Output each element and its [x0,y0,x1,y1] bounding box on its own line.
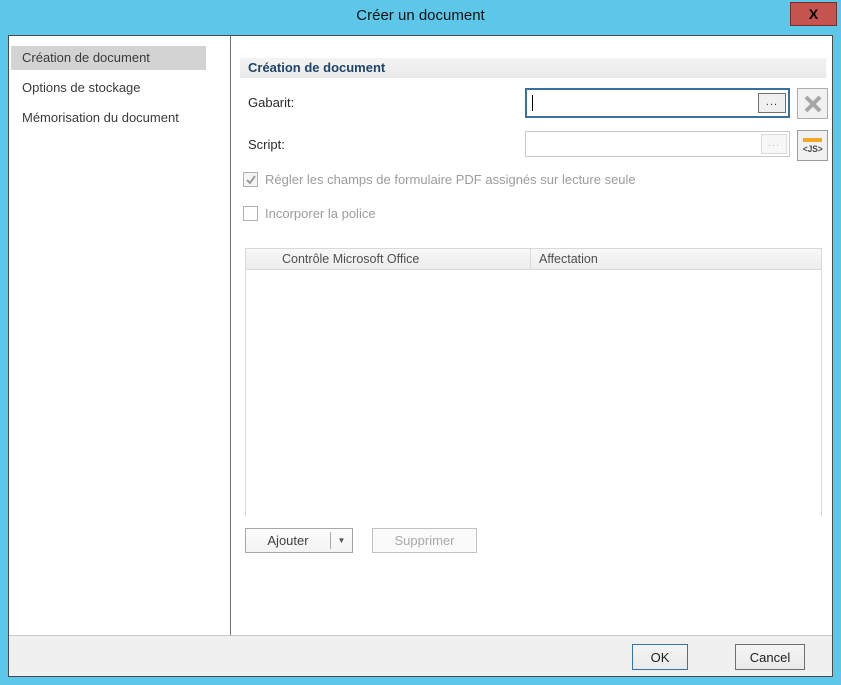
cancel-button[interactable]: Cancel [735,644,805,670]
sidebar-item-options-de-stockage[interactable]: Options de stockage [11,76,206,100]
script-js-editor-button[interactable]: <JS> [797,130,828,161]
column-header-affectation[interactable]: Affectation [531,249,821,269]
clear-x-icon [803,94,823,114]
embed-font-checkbox-label: Incorporer la police [265,206,376,221]
add-button-label: Ajouter [246,529,330,552]
ok-button[interactable]: OK [632,644,688,670]
script-browse-button[interactable]: ... [761,134,787,154]
readonly-fields-checkbox-label: Régler les champs de formulaire PDF assi… [265,172,636,187]
dialog-window: Créer un document X Création de document… [0,0,841,685]
sidebar-item-creation-de-document[interactable]: Création de document [11,46,206,70]
embed-font-checkbox-row: Incorporer la police [243,206,376,221]
main-panel: Création de document Gabarit: ... Script… [231,36,832,635]
js-icon: <JS> [803,145,823,154]
add-split-button[interactable]: Ajouter ▼ [245,528,353,553]
script-label: Script: [248,137,285,152]
checkmark-icon [245,174,257,186]
column-header-controle-microsoft-office[interactable]: Contrôle Microsoft Office [246,249,531,269]
dialog-footer: OK Cancel [9,635,832,676]
text-cursor [532,95,533,111]
close-button[interactable]: X [790,2,837,26]
readonly-fields-checkbox[interactable] [243,172,258,187]
controls-table-body[interactable] [246,270,821,516]
gabarit-clear-button[interactable] [797,88,828,119]
dropdown-arrow-icon[interactable]: ▼ [331,529,352,552]
close-icon: X [809,6,818,22]
gabarit-browse-button[interactable]: ... [758,93,786,113]
embed-font-checkbox[interactable] [243,206,258,221]
sidebar-nav: Création de document Options de stockage… [9,36,231,635]
section-title: Création de document [240,58,826,78]
readonly-fields-checkbox-row: Régler les champs de formulaire PDF assi… [243,172,636,187]
gabarit-input[interactable]: ... [525,88,790,118]
sidebar-item-memorisation-du-document[interactable]: Mémorisation du document [11,106,206,130]
title-bar: Créer un document X [0,0,841,35]
script-input[interactable]: ... [525,131,790,157]
dialog-body: Création de document Options de stockage… [8,35,833,677]
window-title: Créer un document [0,7,841,24]
remove-button[interactable]: Supprimer [372,528,477,553]
controls-table-header: Contrôle Microsoft Office Affectation [246,249,821,270]
js-icon-accent-bar [803,138,822,142]
controls-table: Contrôle Microsoft Office Affectation [245,248,822,516]
gabarit-label: Gabarit: [248,95,294,110]
